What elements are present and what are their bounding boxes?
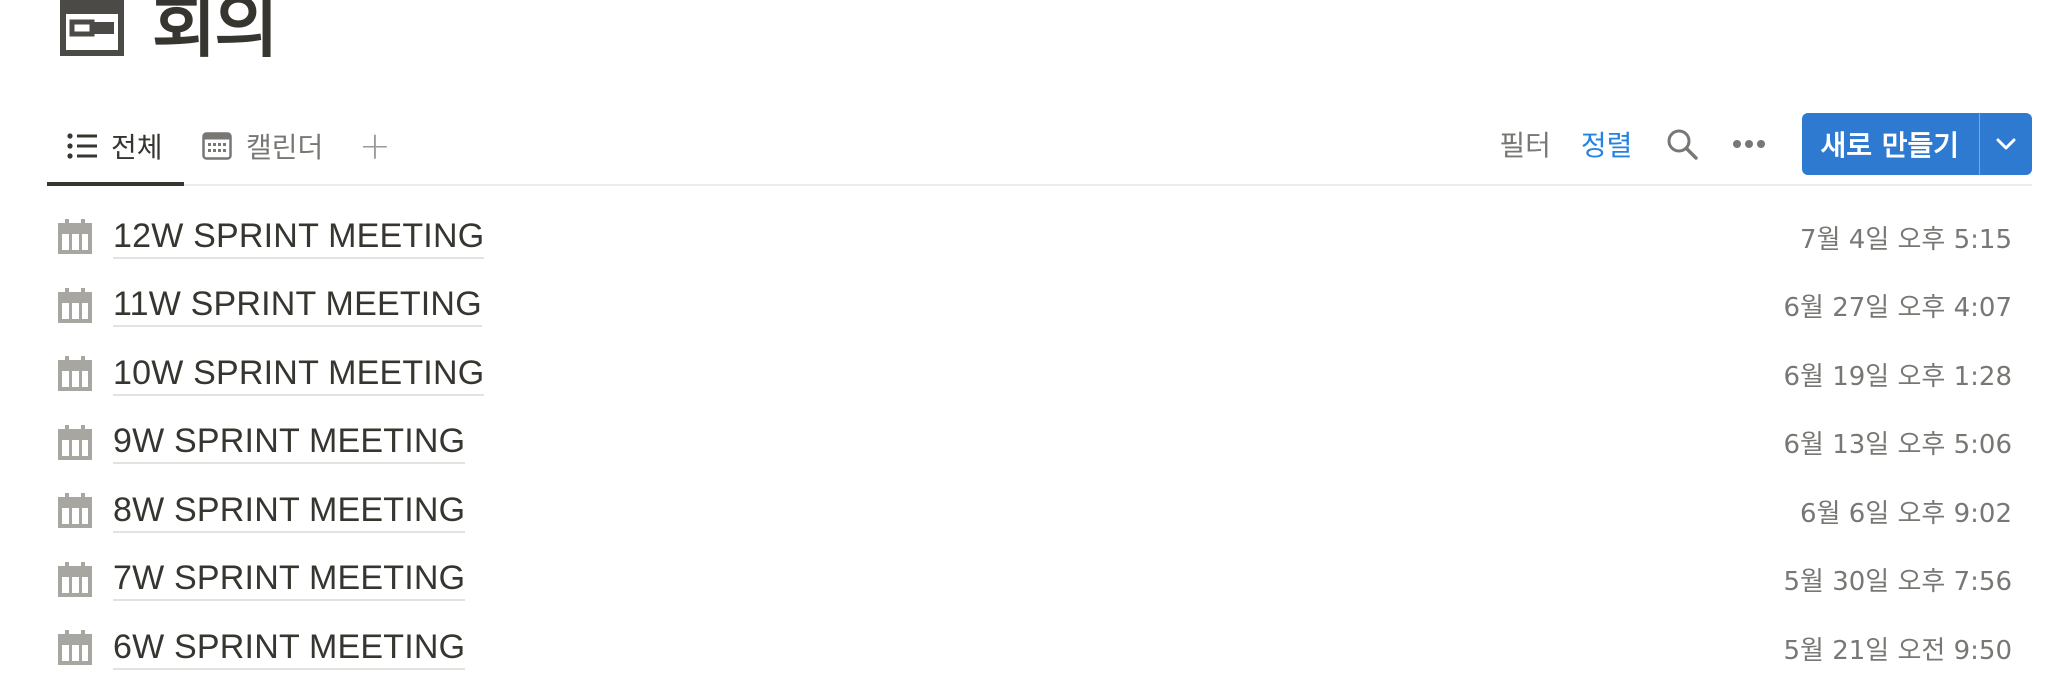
- chevron-down-icon: [1996, 138, 2016, 150]
- new-dropdown-button[interactable]: [1980, 113, 2032, 175]
- meeting-title[interactable]: 10W SPRINT MEETING: [113, 353, 485, 396]
- meeting-date: 6월 27일 오후 4:07: [1783, 293, 2013, 324]
- meeting-date: 6월 19일 오후 1:28: [1783, 361, 2013, 392]
- list-item[interactable]: 8W SPRINT MEETING 6월 6일 오후 9:02: [57, 477, 2012, 546]
- list-icon: [67, 133, 97, 159]
- meeting-title[interactable]: 8W SPRINT MEETING: [113, 490, 466, 533]
- view-toolbar: 전체 캘린더 + 필터 정렬 새로 만들기: [47, 108, 2032, 186]
- search-icon[interactable]: [1666, 128, 1699, 160]
- list-item[interactable]: 7W SPRINT MEETING 5월 30일 오후 7:56: [57, 546, 2012, 615]
- list-item[interactable]: 9W SPRINT MEETING 6월 13일 오후 5:06: [57, 409, 2012, 478]
- new-button[interactable]: 새로 만들기: [1802, 113, 1979, 175]
- page-title[interactable]: 회의: [152, 0, 279, 61]
- tab-all[interactable]: 전체: [47, 108, 184, 186]
- page-header: 회의: [60, 0, 279, 74]
- meeting-title[interactable]: 12W SPRINT MEETING: [113, 216, 485, 259]
- new-button-group: 새로 만들기: [1802, 113, 2032, 175]
- calendar-page-icon: [57, 493, 93, 529]
- meeting-list: 12W SPRINT MEETING 7월 4일 오후 5:15 11W SPRIN…: [57, 203, 2012, 683]
- calendar-page-icon: [57, 219, 93, 255]
- tab-calendar[interactable]: 캘린더: [202, 108, 323, 184]
- filter-button[interactable]: 필터: [1499, 124, 1551, 164]
- calendar-page-icon: [57, 424, 93, 461]
- meeting-date: 7월 4일 오후 5:15: [1800, 224, 2012, 255]
- tab-calendar-label: 캘린더: [246, 131, 324, 164]
- toolbar-actions: 필터 정렬 새로 만들기: [1499, 112, 2032, 176]
- meeting-title[interactable]: 6W SPRINT MEETING: [113, 627, 466, 670]
- add-view-button[interactable]: +: [359, 108, 391, 184]
- meeting-date: 5월 21일 오전 9:50: [1783, 635, 2013, 666]
- calendar-page-icon: [57, 561, 93, 598]
- meeting-date: 6월 6일 오후 9:02: [1800, 498, 2012, 529]
- more-options-icon[interactable]: [1732, 139, 1766, 149]
- active-tab-indicator: [47, 182, 184, 186]
- list-item[interactable]: 12W SPRINT MEETING 7월 4일 오후 5:15: [57, 203, 2012, 272]
- list-item[interactable]: 6W SPRINT MEETING 5월 21일 오전 9:50: [57, 614, 2012, 683]
- list-item[interactable]: 10W SPRINT MEETING 6월 19일 오후 1:28: [57, 340, 2012, 409]
- list-item[interactable]: 11W SPRINT MEETING 6월 27일 오후 4:07: [57, 272, 2012, 341]
- calendar-page-icon: [57, 287, 93, 324]
- sort-button[interactable]: 정렬: [1581, 124, 1633, 164]
- meeting-title[interactable]: 7W SPRINT MEETING: [113, 558, 466, 602]
- meeting-title[interactable]: 9W SPRINT MEETING: [113, 421, 466, 465]
- calendar-page-icon: [57, 356, 93, 392]
- tab-all-label: 전체: [111, 131, 163, 164]
- meeting-date: 5월 30일 오후 7:56: [1783, 567, 2013, 598]
- calendar-icon: [202, 132, 232, 160]
- meeting-date: 6월 13일 오후 5:06: [1783, 430, 2013, 461]
- calendar-page-icon[interactable]: [60, 0, 124, 56]
- meeting-title[interactable]: 11W SPRINT MEETING: [113, 284, 482, 328]
- calendar-page-icon: [57, 630, 93, 666]
